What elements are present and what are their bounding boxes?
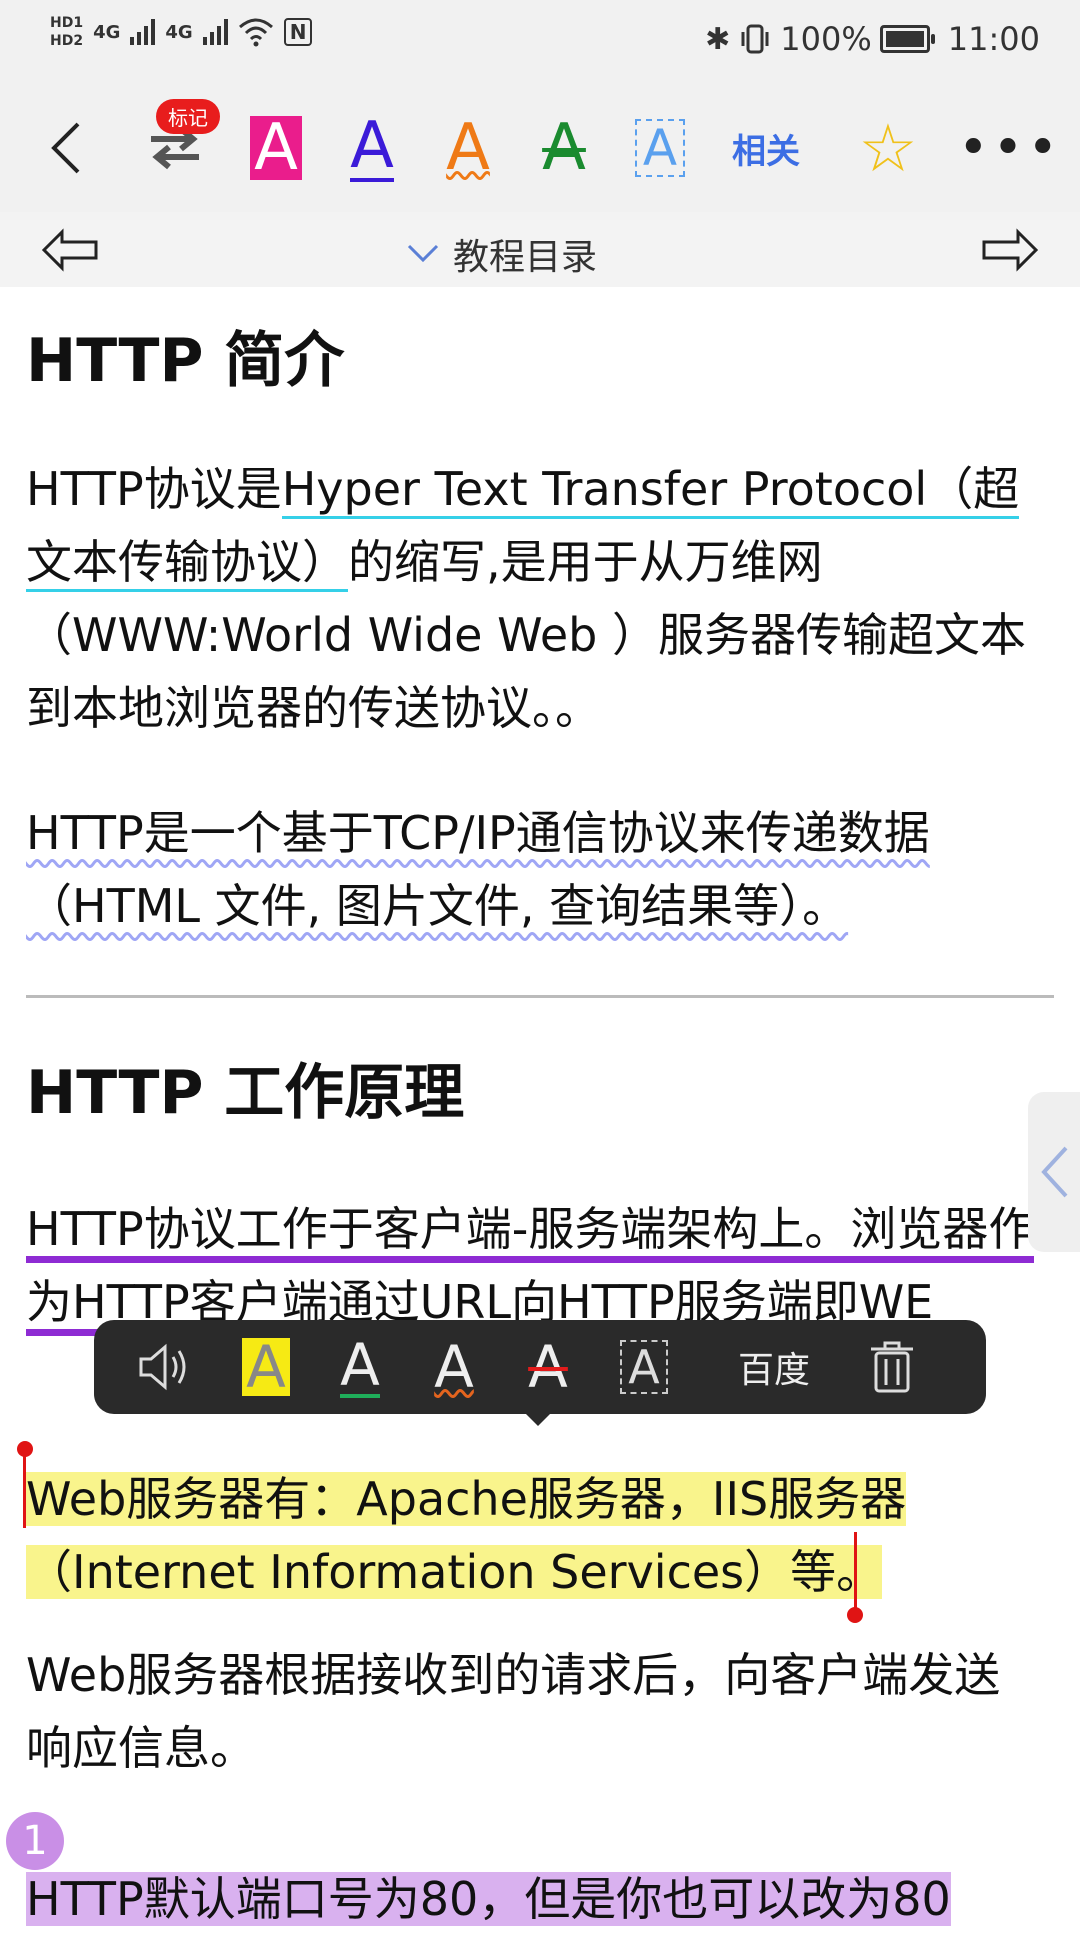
prev-chapter-button[interactable]: [40, 228, 100, 276]
related-button[interactable]: 相关: [724, 84, 808, 212]
selection-popup-toolbar: A A A A A 百度: [94, 1320, 986, 1426]
next-chapter-button[interactable]: [980, 228, 1040, 276]
favorite-button[interactable]: ☆: [852, 84, 924, 212]
delete-button[interactable]: [862, 1320, 922, 1414]
underline-a-icon: A: [350, 109, 394, 183]
signal-icon: [130, 19, 156, 45]
hd2-label: HD2: [50, 33, 84, 49]
section-heading: HTTP 简介: [26, 326, 345, 396]
baidu-label: 百度: [737, 1350, 810, 1391]
popup-wavy-a-icon: A: [434, 1333, 474, 1401]
paragraph-intro: HTTP协议是Hyper Text Transfer Protocol（超文本传…: [26, 453, 1046, 745]
selected-highlighted-text[interactable]: Web服务器有：Apache服务器，IIS服务器（Internet Inform…: [26, 1472, 907, 1599]
battery-icon: [879, 25, 935, 53]
popup-underline-button[interactable]: A: [330, 1320, 390, 1414]
wavy-annotated-text[interactable]: HTTP是一个基于TCP/IP通信协议来传递数据（HTML 文件, 图片文件, …: [26, 806, 930, 933]
battery-percent: 100%: [780, 20, 872, 58]
popup-underline-a-icon: A: [340, 1331, 380, 1399]
annotation-number-badge[interactable]: 1: [6, 1812, 64, 1870]
section-heading: HTTP 工作原理: [26, 1058, 465, 1128]
section-divider: [26, 995, 1054, 998]
strikethrough-tool-button[interactable]: A: [534, 84, 594, 212]
wifi-icon: [238, 18, 273, 47]
popup-wavy-button[interactable]: A: [424, 1320, 484, 1414]
signal-icon: [202, 19, 228, 45]
response-text: Web服务器根据接收到的请求后，向客户端发送响应信息。: [26, 1648, 1001, 1775]
toc-toggle[interactable]: 教程目录: [405, 228, 597, 280]
related-label: 相关: [732, 131, 800, 172]
clock: 11:00: [947, 20, 1040, 58]
more-button[interactable]: •••: [958, 84, 1058, 212]
paragraph-tcp: HTTP是一个基于TCP/IP通信协议来传递数据（HTML 文件, 图片文件, …: [26, 797, 1046, 943]
selection-start-handle[interactable]: [23, 1452, 26, 1528]
box-tool-button[interactable]: A: [628, 84, 692, 212]
network-type-2: 4G: [165, 21, 193, 43]
side-drawer-tab[interactable]: [1028, 1092, 1080, 1252]
paragraph-port: HTTP默认端口号为80，但是你也可以改为80: [26, 1863, 1046, 1936]
bluetooth-icon: ✱: [705, 21, 731, 57]
read-aloud-button[interactable]: [132, 1320, 198, 1414]
annotated-link[interactable]: Hyper Text Transfer Protocol: [281, 462, 928, 519]
paragraph-servers: Web服务器有：Apache服务器，IIS服务器（Internet Inform…: [26, 1463, 1046, 1609]
hd-indicators: HD1 HD2: [50, 14, 83, 50]
chevron-left-icon: [1041, 1146, 1068, 1198]
popup-strike-a-icon: A: [528, 1333, 568, 1401]
popup-strike-button[interactable]: A: [518, 1320, 578, 1414]
nfc-icon: N: [283, 18, 313, 46]
chevron-down-icon: [407, 244, 439, 263]
highlight-tool-button[interactable]: A: [246, 84, 306, 212]
selection-end-dot[interactable]: [847, 1607, 863, 1623]
highlight-a-icon: A: [250, 116, 302, 180]
popup-box-button[interactable]: A: [612, 1320, 676, 1414]
star-icon: ☆: [858, 109, 918, 187]
speaker-icon: [139, 1343, 186, 1391]
purple-highlighted-text[interactable]: HTTP默认端口号为80，但是你也可以改为80: [26, 1872, 951, 1926]
left-arrow-icon: [41, 228, 98, 272]
vibrate-icon: [741, 24, 769, 54]
popup-box-a-icon: A: [620, 1340, 668, 1394]
underline-tool-button[interactable]: A: [342, 84, 402, 212]
popup-highlight-a-icon: A: [242, 1338, 290, 1396]
toc-title: 教程目录: [453, 237, 598, 278]
strikethrough-a-icon: A: [542, 111, 586, 185]
purple-annotated-text[interactable]: HTTP协议工作于客户端-服务端架构上。浏览器作为HTTP客户端通过URL向HT…: [26, 1202, 1035, 1336]
baidu-search-button[interactable]: 百度: [724, 1320, 824, 1414]
selection-end-handle[interactable]: [854, 1532, 857, 1608]
intro-text-a: HTTP协议是: [26, 462, 282, 516]
network-type-1: 4G: [93, 21, 121, 43]
article-content: HTTP 简介 HTTP协议是Hyper Text Transfer Proto…: [0, 287, 1080, 1926]
box-a-icon: A: [634, 119, 686, 177]
trash-icon: [871, 1341, 913, 1393]
back-arrow-icon: [51, 122, 80, 174]
mark-badge: 标记: [156, 99, 220, 134]
more-dots-icon: •••: [958, 118, 1063, 178]
wavy-underline-a-icon: A: [446, 111, 490, 185]
right-arrow-icon: [982, 228, 1039, 272]
paragraph-response: Web服务器根据接收到的请求后，向客户端发送响应信息。: [26, 1639, 1046, 1785]
chapter-nav-bar: 教程目录: [0, 212, 1080, 287]
wavy-underline-tool-button[interactable]: A: [438, 84, 498, 212]
popup-highlight-button[interactable]: A: [236, 1320, 296, 1414]
back-button[interactable]: [36, 84, 96, 212]
hd1-label: HD1: [50, 15, 84, 31]
paragraph-architecture: HTTP协议工作于客户端-服务端架构上。浏览器作为HTTP客户端通过URL向HT…: [26, 1193, 1046, 1339]
status-bar: HD1 HD2 4G 4G N ✱ 100% 11:00: [0, 0, 1080, 84]
